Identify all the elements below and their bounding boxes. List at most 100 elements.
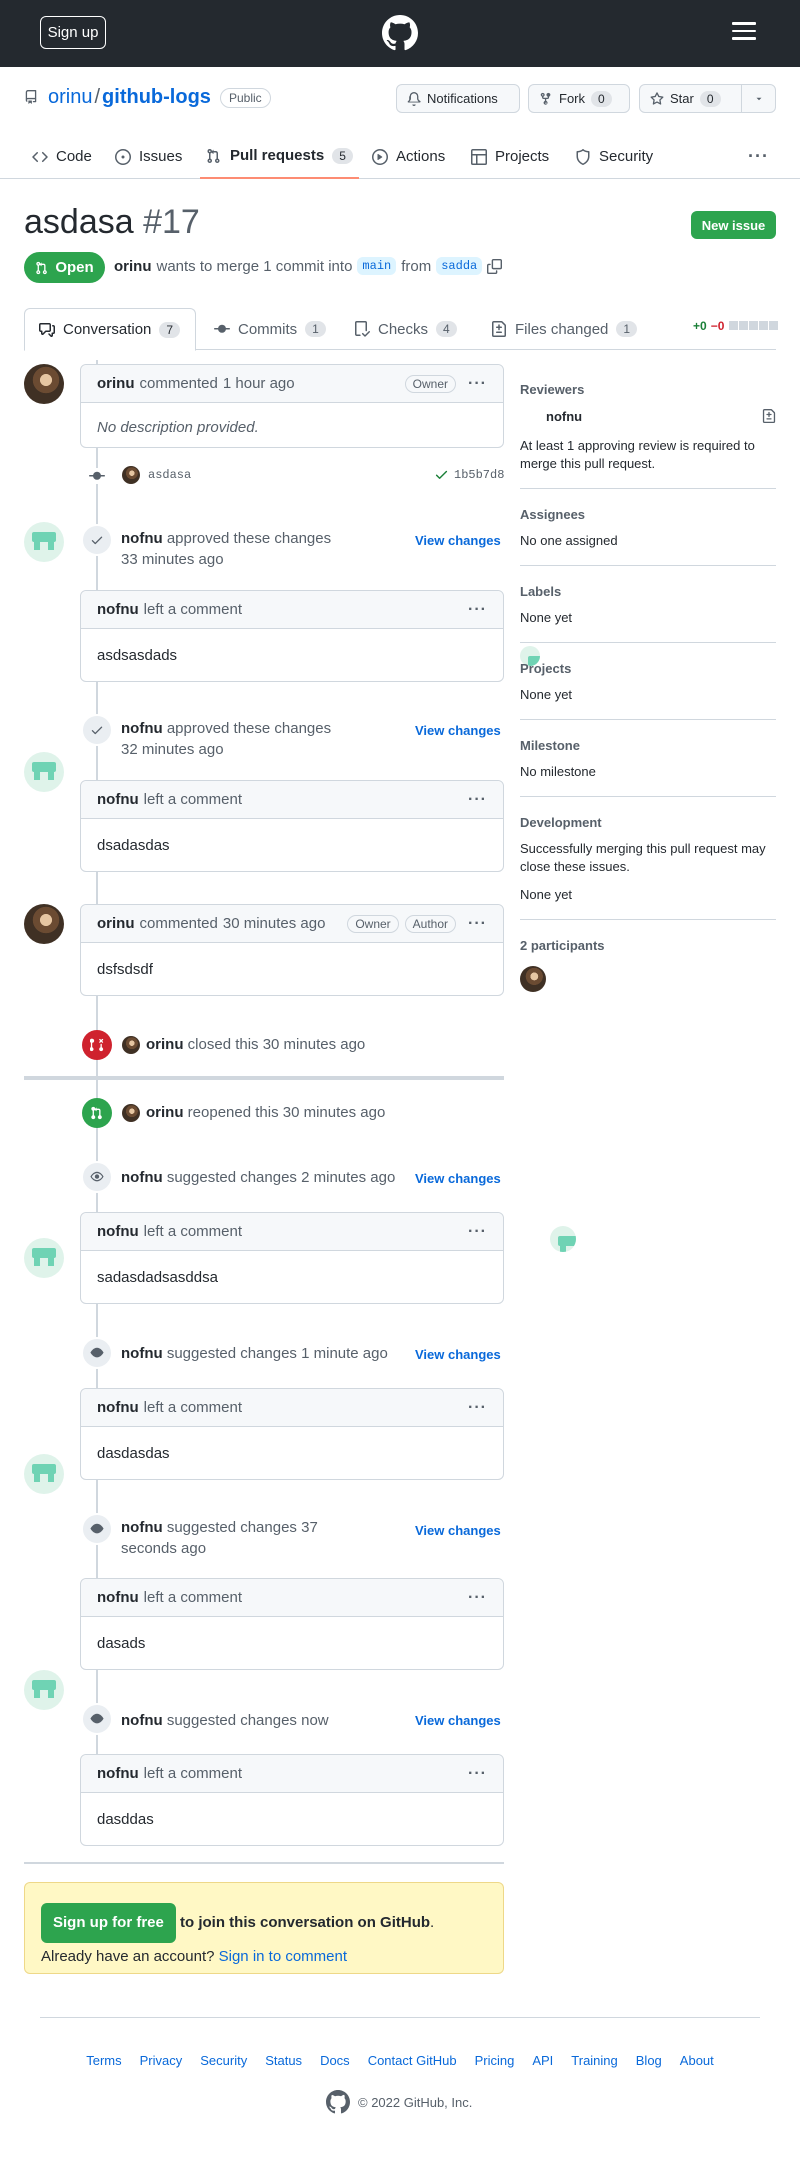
comment-author[interactable]: nofnu: [97, 601, 139, 618]
avatar[interactable]: [24, 1670, 64, 1710]
review-time[interactable]: now: [301, 1712, 329, 1729]
comment-author[interactable]: nofnu: [97, 1223, 139, 1240]
commit-sha[interactable]: 1b5b7d8: [454, 468, 504, 482]
new-issue-button[interactable]: New issue: [691, 211, 776, 239]
comment-author[interactable]: nofnu: [97, 1765, 139, 1782]
avatar[interactable]: [24, 522, 64, 562]
avatar[interactable]: [24, 752, 64, 792]
avatar[interactable]: [122, 1036, 140, 1054]
tab-conversation[interactable]: Conversation 7: [24, 308, 196, 351]
tab-code[interactable]: Code: [32, 134, 92, 179]
view-changes-button[interactable]: View changes: [415, 1347, 501, 1362]
view-changes-button[interactable]: View changes: [415, 533, 501, 548]
avatar[interactable]: [550, 1226, 576, 1252]
review-time[interactable]: 1 minute ago: [301, 1345, 388, 1362]
base-branch[interactable]: main: [357, 257, 397, 275]
avatar[interactable]: [122, 1104, 140, 1122]
repo-owner-link[interactable]: orinu: [48, 86, 92, 108]
development-note: Successfully merging this pull request m…: [520, 841, 766, 874]
fork-button[interactable]: Fork 0: [528, 84, 630, 113]
review-author[interactable]: nofnu: [121, 1169, 163, 1186]
footer-link-pricing[interactable]: Pricing: [475, 2053, 515, 2068]
projects-heading[interactable]: Projects: [520, 661, 571, 676]
comment-time[interactable]: 1 hour ago: [223, 375, 295, 392]
tab-files-changed[interactable]: Files changed 1: [477, 308, 651, 350]
file-diff-icon[interactable]: [762, 408, 776, 424]
tab-actions[interactable]: Actions: [372, 134, 445, 179]
signup-button[interactable]: Sign up: [40, 16, 106, 49]
reviewer-name[interactable]: nofnu: [546, 409, 582, 424]
review-time[interactable]: 32 minutes ago: [121, 741, 224, 758]
footer-link-docs[interactable]: Docs: [320, 2053, 350, 2068]
footer-link-contact[interactable]: Contact GitHub: [368, 2053, 457, 2068]
review-time[interactable]: 2 minutes ago: [301, 1169, 395, 1186]
more-options-icon[interactable]: ···: [468, 1399, 487, 1417]
event-author[interactable]: orinu: [146, 1036, 184, 1053]
assignees-heading[interactable]: Assignees: [520, 507, 585, 522]
more-options-icon[interactable]: ···: [468, 915, 487, 933]
footer-link-api[interactable]: API: [532, 2053, 553, 2068]
tab-security[interactable]: Security: [575, 134, 653, 179]
footer-link-terms[interactable]: Terms: [86, 2053, 121, 2068]
more-options-icon[interactable]: ···: [468, 791, 487, 809]
milestone-heading[interactable]: Milestone: [520, 738, 580, 753]
comment-author[interactable]: nofnu: [97, 791, 139, 808]
footer-link-training[interactable]: Training: [571, 2053, 617, 2068]
comment-time[interactable]: 30 minutes ago: [223, 915, 326, 932]
signin-link[interactable]: Sign in to comment: [219, 1948, 347, 1965]
footer-link-about[interactable]: About: [680, 2053, 714, 2068]
comment-author[interactable]: orinu: [97, 915, 135, 932]
copy-icon[interactable]: [487, 258, 503, 274]
repo-name-link[interactable]: github-logs: [102, 86, 211, 108]
avatar[interactable]: [24, 904, 64, 944]
tab-pull-requests[interactable]: Pull requests 5: [200, 134, 359, 179]
star-lists-dropdown[interactable]: [741, 84, 776, 113]
avatar[interactable]: [24, 1238, 64, 1278]
signup-free-button[interactable]: Sign up for free: [41, 1903, 176, 1943]
avatar[interactable]: [24, 364, 64, 404]
avatar[interactable]: [520, 966, 546, 992]
menu-icon[interactable]: [732, 22, 756, 42]
footer-link-blog[interactable]: Blog: [636, 2053, 662, 2068]
footer-link-privacy[interactable]: Privacy: [140, 2053, 183, 2068]
footer-link-status[interactable]: Status: [265, 2053, 302, 2068]
comment-author[interactable]: orinu: [97, 375, 135, 392]
comment-author[interactable]: nofnu: [97, 1589, 139, 1606]
view-changes-button[interactable]: View changes: [415, 1523, 501, 1538]
star-button[interactable]: Star 0: [639, 84, 742, 113]
view-changes-button[interactable]: View changes: [415, 723, 501, 738]
reviewers-heading[interactable]: Reviewers: [520, 382, 584, 397]
check-icon[interactable]: [434, 467, 449, 482]
commit-message[interactable]: asdasa: [148, 468, 191, 482]
more-options-icon[interactable]: ···: [468, 601, 487, 619]
avatar[interactable]: [122, 466, 140, 484]
review-author[interactable]: nofnu: [121, 1345, 163, 1362]
tab-commits[interactable]: Commits 1: [200, 308, 340, 350]
more-options-icon[interactable]: ···: [468, 375, 487, 393]
review-author[interactable]: nofnu: [121, 1712, 163, 1729]
pr-author[interactable]: orinu: [114, 258, 152, 275]
head-branch[interactable]: sadda: [436, 257, 483, 275]
more-options-icon[interactable]: ···: [468, 1589, 487, 1607]
review-author[interactable]: nofnu: [121, 530, 163, 547]
event-author[interactable]: orinu: [146, 1104, 184, 1121]
view-changes-button[interactable]: View changes: [415, 1713, 501, 1728]
footer-link-security[interactable]: Security: [200, 2053, 247, 2068]
tab-projects[interactable]: Projects: [471, 134, 549, 179]
tab-issues[interactable]: Issues: [115, 134, 182, 179]
notifications-button[interactable]: Notifications: [396, 84, 520, 113]
labels-heading[interactable]: Labels: [520, 584, 561, 599]
review-author[interactable]: nofnu: [121, 1519, 163, 1536]
github-logo-icon[interactable]: [326, 2090, 350, 2114]
review-author[interactable]: nofnu: [121, 720, 163, 737]
view-changes-button[interactable]: View changes: [415, 1171, 501, 1186]
tab-checks[interactable]: Checks 4: [340, 308, 471, 350]
more-tabs-icon[interactable]: ···: [748, 146, 769, 167]
review-time[interactable]: 33 minutes ago: [121, 551, 224, 568]
avatar[interactable]: [24, 1454, 64, 1494]
github-logo-icon[interactable]: [382, 15, 418, 51]
more-options-icon[interactable]: ···: [468, 1223, 487, 1241]
development-heading[interactable]: Development: [520, 815, 602, 830]
comment-author[interactable]: nofnu: [97, 1399, 139, 1416]
more-options-icon[interactable]: ···: [468, 1765, 487, 1783]
